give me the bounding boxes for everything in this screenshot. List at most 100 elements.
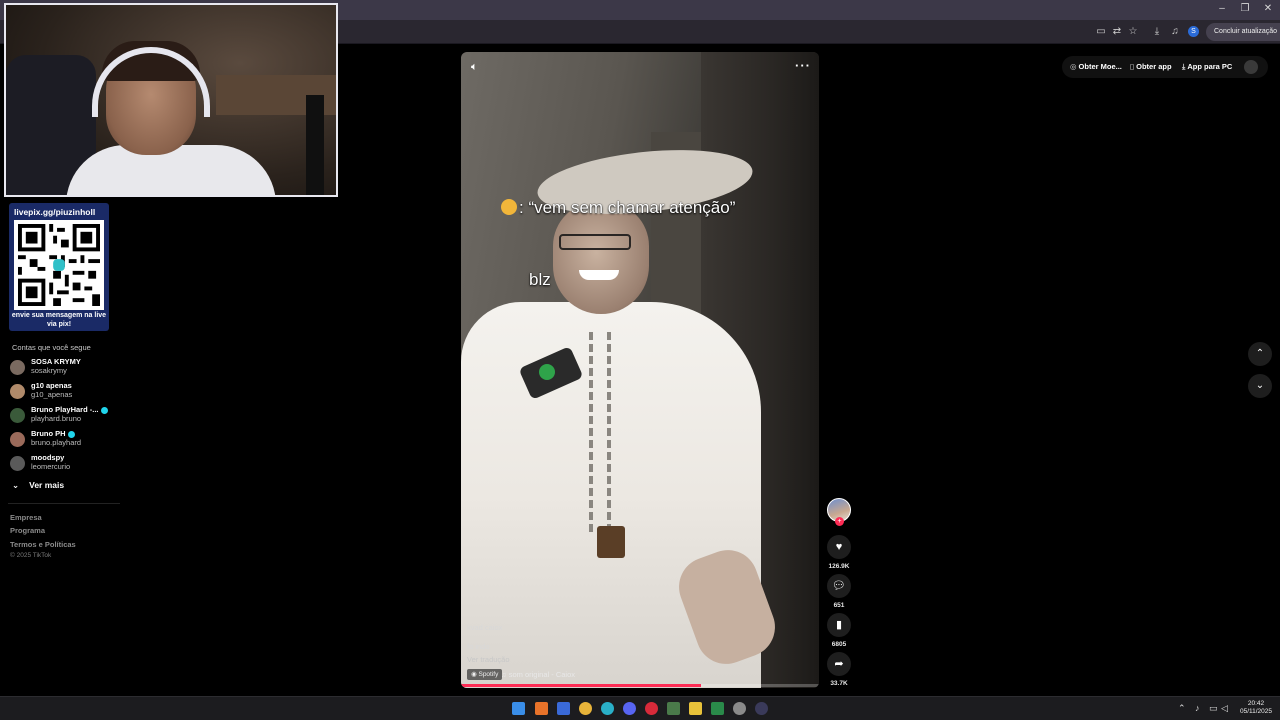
sidebar-account-g10apenas[interactable]: g10 apenas g10_apenas — [10, 381, 120, 403]
account-handle: sosakrymy — [31, 366, 67, 375]
avatar — [10, 384, 25, 399]
previous-video-button[interactable]: ⌃ — [1248, 342, 1272, 366]
folder-icon[interactable] — [689, 702, 702, 715]
settings-icon[interactable] — [733, 702, 746, 715]
livepix-url: livepix.gg/piuzinholl — [14, 207, 96, 217]
sidebar-account-moodspy[interactable]: moodspy leomercurio — [10, 453, 120, 475]
account-name-row: Bruno PlayHard -... — [31, 405, 108, 414]
user-avatar[interactable] — [1244, 60, 1258, 74]
taskbar: ⌃ ♪ ▭ ◁ 20:42 05/11/2025 — [0, 696, 1280, 720]
share-count: 33.7K — [830, 680, 848, 687]
tray-chevron-icon[interactable]: ⌃ — [1178, 703, 1186, 714]
profile-avatar[interactable]: S — [1188, 26, 1199, 37]
video-chain — [589, 332, 611, 532]
network-icon[interactable]: ▭ — [1209, 703, 1218, 714]
chevron-down-icon: ⌄ — [12, 480, 20, 490]
livepix-caption: envie sua mensagem na live via pix! — [11, 312, 107, 328]
taskbar-clock[interactable]: 20:42 05/11/2025 — [1236, 700, 1276, 716]
save-count: 6805 — [831, 641, 847, 648]
avatar — [10, 432, 25, 447]
follow-plus-icon[interactable]: + — [835, 517, 844, 526]
star-icon[interactable]: ☆ — [1126, 25, 1140, 39]
more-options-icon[interactable]: ··· — [795, 58, 811, 73]
spotify-label: Spotify — [478, 671, 499, 678]
footer-link-programa[interactable]: Programa — [10, 526, 45, 535]
see-translation-link[interactable]: Ver tradução — [467, 655, 510, 664]
video-caption-line1: : “vem sem chamar atenção” — [501, 198, 735, 218]
video-padlock — [597, 526, 625, 558]
start-icon[interactable] — [512, 702, 525, 715]
speaker-icon[interactable]: ◁ — [1221, 703, 1228, 714]
caption-text: : “vem sem chamar atenção” — [519, 198, 736, 217]
account-handle: playhard.bruno — [31, 414, 82, 423]
video-smile — [579, 270, 619, 280]
sidebar-account-brunoph[interactable]: Bruno PH bruno.playhard — [10, 429, 120, 451]
chrome-icon[interactable] — [579, 702, 592, 715]
like-button[interactable]: ♥ — [827, 535, 851, 559]
close-icon[interactable]: ✕ — [1258, 3, 1278, 14]
footer-link-empresa[interactable]: Empresa — [10, 513, 42, 522]
share-button[interactable]: ➦ — [827, 652, 851, 676]
video-description: fo indo — [467, 642, 490, 651]
save-button[interactable]: ▮ — [827, 613, 851, 637]
qr-code-icon — [14, 220, 104, 310]
see-more-button[interactable]: ⌄ Ver mais — [12, 480, 64, 491]
following-header: Contas que você segue — [12, 343, 91, 352]
minimize-icon[interactable]: – — [1212, 3, 1232, 14]
clock-time: 20:42 — [1247, 700, 1265, 707]
translate-icon[interactable]: ⇄ — [1110, 25, 1124, 39]
update-button[interactable]: Concluir atualização ⋮ — [1206, 23, 1280, 41]
video-author[interactable]: kvad caiox — [467, 623, 502, 632]
chevron-down-icon: ⌄ — [1255, 380, 1265, 391]
calendar-icon[interactable] — [557, 702, 570, 715]
like-count: 126.9K — [828, 563, 850, 570]
spotify-badge[interactable]: ◉ Spotify — [467, 669, 503, 680]
coin-icon: ◎ — [1070, 62, 1077, 71]
sound-link[interactable]: ♫ som original - Caiox — [501, 670, 575, 679]
account-handle: leomercurio — [31, 462, 71, 471]
top-actions: ◎ Obter Moe... ▯ Obter app ⤓ App para PC — [1062, 56, 1268, 78]
get-app-button[interactable]: ▯ Obter app — [1130, 62, 1172, 71]
update-button-label: Concluir atualização — [1214, 28, 1278, 35]
volume-icon[interactable]: 🔈︎ — [471, 61, 478, 74]
download-icon[interactable]: ⤓ — [1150, 25, 1164, 39]
account-name-row: Bruno PH — [31, 429, 75, 438]
pc-app-button[interactable]: ⤓ App para PC — [1182, 62, 1232, 72]
app-orange-icon[interactable] — [535, 702, 548, 715]
microphone-icon — [306, 95, 324, 195]
restore-icon[interactable]: ❐ — [1235, 3, 1255, 14]
discord-icon[interactable] — [623, 702, 636, 715]
excel-icon[interactable] — [711, 702, 724, 715]
video-watch-face — [539, 364, 555, 380]
sidebar-account-sosakrymy[interactable]: SOSA KRYMY sosakrymy — [10, 357, 120, 379]
account-name: Bruno PlayHard -... — [31, 405, 99, 414]
media-icon[interactable]: ♫ — [1168, 25, 1182, 39]
opera-icon[interactable] — [645, 702, 658, 715]
mic-icon[interactable]: ♪ — [1195, 703, 1200, 713]
video-progress-bar[interactable] — [461, 684, 819, 687]
video-face — [553, 202, 649, 314]
edge-icon[interactable] — [601, 702, 614, 715]
emoji-icon — [501, 199, 517, 215]
terminal-icon[interactable] — [667, 702, 680, 715]
bookmark-icon: ▮ — [835, 619, 843, 631]
comment-button[interactable]: 💬︎ — [827, 574, 851, 598]
video-glasses — [559, 234, 631, 250]
next-video-button[interactable]: ⌄ — [1248, 374, 1272, 398]
footer-link-termos[interactable]: Termos e Políticas — [10, 540, 76, 549]
video-player[interactable]: 🔈︎ ··· : “vem sem chamar atenção” blz kv… — [461, 52, 819, 688]
heart-icon: ♥ — [835, 541, 843, 553]
install-icon[interactable]: ▭ — [1094, 25, 1108, 39]
clock-date: 05/11/2025 — [1239, 708, 1273, 715]
obs-icon[interactable] — [755, 702, 768, 715]
avatar — [10, 408, 25, 423]
phone-icon: ▯ — [1130, 62, 1135, 71]
pc-app-label: App para PC — [1187, 62, 1233, 71]
screen: – ❐ ✕ ▭ ⇄ ☆ ⤓ ♫ S Concluir atualização ⋮… — [0, 0, 1280, 720]
sidebar-divider — [8, 503, 120, 504]
verified-icon — [100, 406, 108, 414]
comment-count: 651 — [833, 602, 845, 609]
avatar — [10, 456, 25, 471]
sidebar-account-playhard[interactable]: Bruno PlayHard -... playhard.bruno — [10, 405, 120, 427]
get-coins-button[interactable]: ◎ Obter Moe... — [1070, 62, 1122, 71]
